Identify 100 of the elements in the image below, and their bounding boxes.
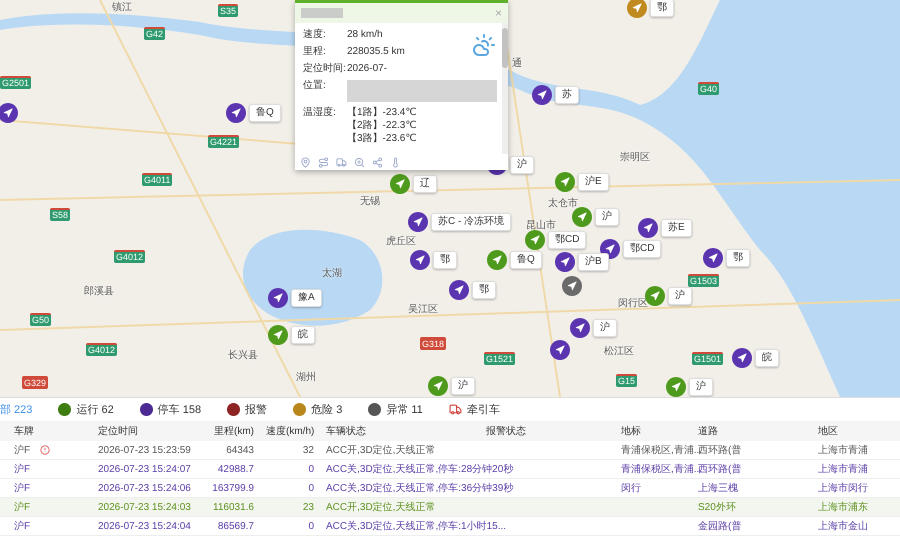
status-filter[interactable]: 异常 11	[368, 402, 423, 417]
table-cell: 2026-07-23 15:23:59	[98, 444, 191, 456]
vehicle-marker[interactable]	[555, 252, 575, 272]
vehicle-marker[interactable]	[555, 172, 575, 192]
place-label: 镇江	[112, 0, 132, 14]
highway-badge: S58	[50, 208, 70, 221]
vehicle-label: 鄂CD	[623, 240, 662, 258]
scrollbar[interactable]	[502, 23, 508, 154]
vehicle-label: 鄂	[726, 249, 750, 267]
place-label: 无锡	[360, 195, 380, 208]
vehicle-marker[interactable]	[390, 174, 410, 194]
vehicle-marker[interactable]	[487, 250, 507, 270]
arrow-icon	[273, 293, 283, 303]
place-label: 松江区	[604, 344, 634, 358]
vehicle-marker[interactable]	[525, 230, 545, 250]
place-label: 吴江区	[408, 303, 438, 316]
table-cell-text: 上海三槐	[698, 482, 738, 495]
table-cell-text: 上海市浦东	[818, 500, 868, 514]
vehicle-marker[interactable]	[570, 318, 590, 338]
vehicle-label: 苏	[555, 86, 579, 104]
vehicle-marker[interactable]	[226, 103, 246, 123]
location-pin-icon[interactable]	[300, 156, 311, 168]
table-cell-text: ACC开,3D定位,天线正常	[326, 500, 436, 514]
arrow-icon	[632, 3, 642, 13]
vehicle-marker[interactable]	[408, 212, 428, 232]
table-cell: 0	[308, 464, 314, 474]
highway-badge: G318	[420, 337, 446, 350]
vehicle-marker[interactable]	[627, 0, 647, 18]
temperature-reading: 【2路】-22.3℃	[347, 120, 417, 132]
table-cell: 23	[302, 502, 314, 512]
arrow-icon	[643, 223, 653, 233]
vehicle-marker[interactable]	[666, 377, 686, 397]
table-cell: 86569.7	[218, 520, 254, 532]
field-value: 228035.5 km	[347, 46, 405, 58]
table-cell: 2026-07-23 15:24:03	[98, 502, 191, 512]
vehicle-label: 苏E	[661, 219, 692, 237]
vehicle-label: 皖	[755, 349, 779, 367]
table-row[interactable]: 沪F 2026-07-23 15:24:04 86569.7 0 ACC关,3D定位,天线正常,停车:1小时15... 金园路(普 上海市金山	[0, 517, 900, 536]
zoom-icon[interactable]	[354, 156, 365, 168]
place-label: 闵行区	[618, 297, 648, 310]
column-header: 车牌	[13, 424, 35, 438]
arrow-icon	[737, 353, 747, 363]
highway-badge: G4011	[142, 173, 172, 186]
arrow-icon	[3, 108, 13, 118]
column-header: 定位时间	[97, 424, 139, 438]
arrow-icon	[575, 323, 585, 333]
table-row[interactable]: 沪F 2026-07-23 15:24:03 116031.6 23 ACC开,3D定位,天线正常 S20外环 上海市浦东	[0, 498, 900, 517]
highway-badge: G2501	[0, 76, 32, 89]
status-filter[interactable]: 停车 158	[140, 402, 202, 417]
truck-icon[interactable]	[336, 156, 347, 168]
vehicle-marker[interactable]	[268, 325, 288, 345]
vehicle-marker[interactable]	[532, 85, 552, 105]
status-filter[interactable]: 运行 62	[58, 402, 114, 417]
status-filter[interactable]: 危险 3	[293, 402, 342, 417]
vehicle-label: 鄂	[650, 0, 674, 17]
status-filter[interactable]: 报警	[227, 402, 268, 417]
arrow-icon	[395, 179, 405, 189]
highway-badge: G329	[22, 376, 48, 389]
vehicle-marker[interactable]	[0, 103, 18, 123]
table-cell-text: 沪F	[14, 500, 30, 514]
arrow-icon	[492, 255, 502, 265]
vehicle-marker[interactable]	[449, 280, 469, 300]
vehicle-marker[interactable]	[428, 376, 448, 396]
vehicle-marker[interactable]	[732, 348, 752, 368]
place-label: 虎丘区	[386, 234, 416, 248]
arrow-icon	[413, 217, 423, 227]
vehicle-label: 苏C - 冷冻环境	[431, 213, 512, 231]
arrow-icon	[560, 177, 570, 187]
table-cell: 2026-07-23 15:24:07	[98, 464, 191, 474]
place-label: 太湖	[322, 266, 342, 280]
table-cell-text: 沪F	[14, 462, 30, 476]
vehicle-marker[interactable]	[410, 250, 430, 270]
highway-badge: G42	[144, 27, 166, 40]
vehicle-marker[interactable]	[638, 218, 658, 238]
table-cell-text: ACC开,3D定位,天线正常	[326, 444, 436, 457]
field-label: 温湿度:	[303, 107, 337, 120]
table-cell-text: 沪F	[14, 444, 30, 457]
table-cell: 163799.9	[212, 482, 254, 494]
place-label: 郎溪县	[84, 284, 114, 298]
route-icon[interactable]	[318, 156, 329, 168]
table-cell-text: 金园路(普	[698, 520, 742, 533]
field-label: 速度:	[303, 29, 327, 41]
highway-badge: G4221	[208, 135, 240, 148]
field-label: 位置:	[303, 80, 327, 93]
status-filter[interactable]: 牵引车	[448, 402, 500, 417]
arrow-icon	[560, 257, 570, 267]
vehicle-label: 沪	[593, 319, 617, 337]
vehicle-label: 沪	[668, 287, 692, 305]
table-cell: 0	[308, 482, 314, 494]
share-icon[interactable]	[372, 156, 383, 168]
vehicle-label: 沪B	[578, 253, 609, 271]
vehicle-marker[interactable]	[703, 248, 723, 268]
table-cell-text: S20外环	[698, 501, 736, 514]
vehicle-label: 沪	[451, 377, 475, 395]
vehicle-marker[interactable]	[562, 276, 582, 296]
vehicle-marker[interactable]	[550, 340, 570, 360]
place-label: 通	[512, 56, 522, 70]
column-header: 车辆状态	[325, 424, 367, 438]
vehicle-marker[interactable]	[572, 207, 592, 227]
table-cell: 32	[302, 444, 314, 456]
